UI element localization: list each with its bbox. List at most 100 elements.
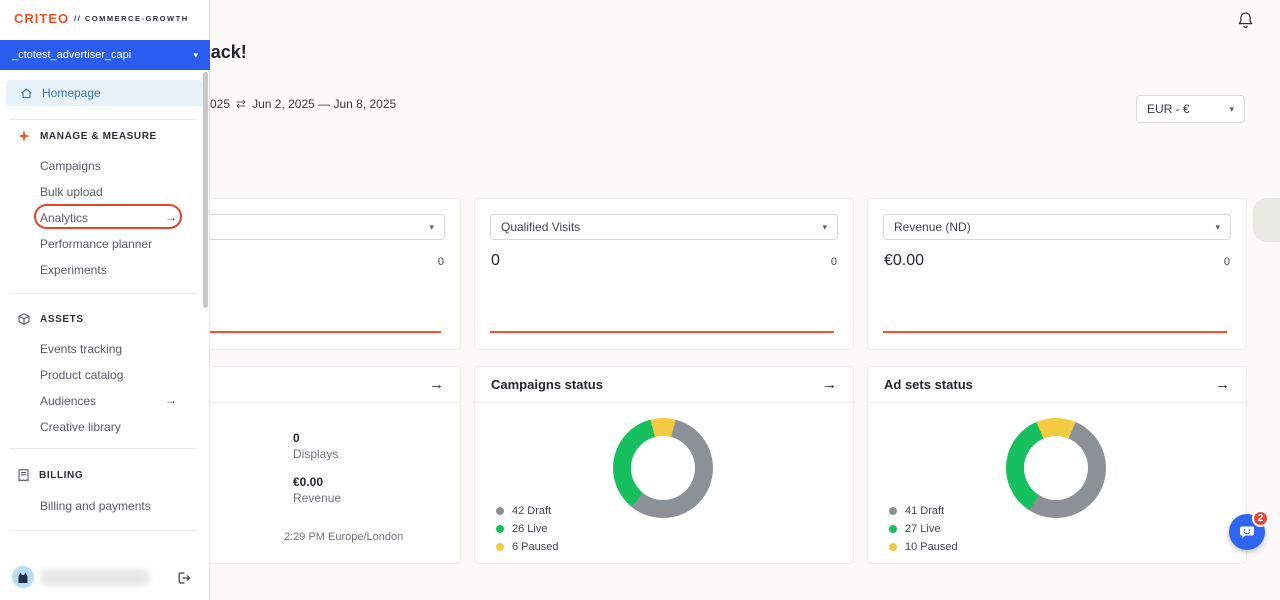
user-name-redacted [40, 569, 150, 586]
section-assets: ASSETS [18, 313, 84, 325]
legend-label: 42 Draft [512, 505, 551, 517]
advertiser-selector[interactable]: _ctotest_advertiser_capi ▾ [0, 40, 210, 70]
notification-badge: 2 [1252, 510, 1269, 527]
card-title: Ad sets status [884, 377, 973, 392]
legend-label: 41 Draft [905, 505, 944, 517]
divider [10, 119, 196, 120]
cat-avatar-icon [16, 571, 30, 584]
arrow-right-icon[interactable]: → [1215, 377, 1230, 392]
chart-legend: 41 Draft 27 Live 10 Paused [889, 505, 958, 553]
stat-value: 0 [293, 431, 300, 445]
product-name: // COMMERCE-GROWTH [74, 14, 189, 23]
legend-label: 27 Live [905, 523, 940, 535]
legend-label: 10 Paused [905, 541, 958, 553]
kpi-secondary-value: 0 [1224, 256, 1230, 268]
page-scrollbar-thumb[interactable] [1253, 198, 1280, 242]
currency-value: EUR - € [1147, 102, 1190, 116]
metric-selector-value: Revenue (ND) [894, 220, 971, 234]
advertiser-name: _ctotest_advertiser_capi [12, 49, 131, 61]
card-title: Campaigns status [491, 377, 603, 392]
kpi-sparkline [883, 331, 1227, 333]
section-billing: BILLING [18, 469, 83, 482]
arrow-right-icon: → [165, 210, 177, 224]
user-avatar[interactable] [12, 566, 34, 588]
home-icon [20, 87, 33, 100]
date-range-prefix: 025 [210, 97, 230, 111]
sidebar-item-performance-planner[interactable]: Performance planner [40, 237, 152, 251]
metric-selector-value: Qualified Visits [501, 220, 580, 234]
legend-dot [496, 525, 504, 533]
legend-dot [496, 507, 504, 515]
donut-hole [1024, 436, 1088, 500]
kpi-secondary-value: 0 [438, 256, 444, 268]
legend-item: 10 Paused [889, 541, 958, 553]
stat-label: Displays [293, 447, 338, 461]
criteo-brand: CRITEO [14, 11, 69, 26]
kpi-card: Qualified Visits ▾ 0 0 [474, 198, 854, 350]
kpi-secondary-value: 0 [831, 256, 837, 268]
sidebar-item-label: Homepage [42, 86, 101, 100]
metric-selector[interactable]: Revenue (ND) ▾ [883, 214, 1231, 240]
chevron-down-icon: ▾ [429, 222, 434, 233]
logout-icon[interactable] [176, 570, 192, 586]
sidebar-item-campaigns[interactable]: Campaigns [40, 159, 101, 173]
donut-chart [613, 418, 713, 518]
criteo-logo: CRITEO // COMMERCE-GROWTH [14, 11, 189, 26]
last-update-timestamp: 2:29 PM Europe/London [284, 531, 403, 543]
notifications-button[interactable] [1234, 9, 1256, 31]
sidebar: CRITEO // COMMERCE-GROWTH _ctotest_adver… [0, 0, 210, 600]
legend-label: 26 Live [512, 523, 547, 535]
sidebar-item-experiments[interactable]: Experiments [40, 263, 107, 277]
donut-hole [631, 436, 695, 500]
sidebar-item-analytics[interactable]: Analytics [40, 211, 88, 225]
section-manage-measure: MANAGE & MEASURE [18, 130, 157, 142]
date-range-picker[interactable]: 025 ⇄ Jun 2, 2025 — Jun 8, 2025 [210, 97, 396, 111]
legend-label: 6 Paused [512, 541, 558, 553]
sidebar-item-billing-and-payments[interactable]: Billing and payments [40, 499, 151, 513]
billing-icon [18, 469, 29, 482]
date-range-value: Jun 2, 2025 — Jun 8, 2025 [252, 97, 396, 111]
currency-selector[interactable]: EUR - € ▾ [1136, 95, 1245, 123]
chevron-down-icon: ▾ [822, 222, 827, 233]
spark-icon [18, 130, 30, 142]
arrow-right-icon: → [165, 393, 177, 407]
chart-legend: 42 Draft 26 Live 6 Paused [496, 505, 558, 553]
metric-selector[interactable]: Qualified Visits ▾ [490, 214, 838, 240]
chevron-down-icon: ▾ [193, 50, 198, 61]
stat-value: €0.00 [293, 475, 323, 489]
adsets-status-card: Ad sets status → 41 Draft 27 Live 10 Pau… [867, 366, 1247, 564]
sidebar-item-homepage[interactable]: Homepage [6, 80, 204, 106]
divider [10, 530, 196, 531]
legend-item: 27 Live [889, 523, 958, 535]
chat-icon [1238, 523, 1256, 541]
legend-item: 42 Draft [496, 505, 558, 517]
legend-item: 6 Paused [496, 541, 558, 553]
sidebar-item-audiences[interactable]: Audiences [40, 394, 96, 408]
divider [10, 293, 196, 294]
legend-item: 26 Live [496, 523, 558, 535]
kpi-value: €0.00 [884, 252, 924, 270]
chat-button[interactable]: 2 [1229, 514, 1265, 550]
sidebar-scrollbar-thumb[interactable] [203, 72, 208, 308]
arrow-right-icon[interactable]: → [429, 377, 444, 392]
section-title: BILLING [39, 470, 83, 481]
assets-icon [18, 313, 30, 325]
legend-dot [889, 525, 897, 533]
donut-chart [1006, 418, 1106, 518]
sidebar-item-events-tracking[interactable]: Events tracking [40, 342, 122, 356]
legend-dot [889, 507, 897, 515]
sidebar-item-product-catalog[interactable]: Product catalog [40, 368, 123, 382]
sidebar-item-creative-library[interactable]: Creative library [40, 420, 121, 434]
divider [10, 448, 196, 449]
legend-item: 41 Draft [889, 505, 958, 517]
sidebar-item-bulk-upload[interactable]: Bulk upload [40, 185, 103, 199]
section-title: MANAGE & MEASURE [40, 131, 157, 142]
legend-dot [889, 543, 897, 551]
legend-dot [496, 543, 504, 551]
kpi-sparkline [490, 331, 834, 333]
bell-icon [1237, 11, 1254, 29]
campaigns-status-card: Campaigns status → 42 Draft 26 Live 6 Pa… [474, 366, 854, 564]
section-title: ASSETS [40, 314, 84, 325]
arrow-right-icon[interactable]: → [822, 377, 837, 392]
kpi-value: 0 [491, 252, 500, 270]
